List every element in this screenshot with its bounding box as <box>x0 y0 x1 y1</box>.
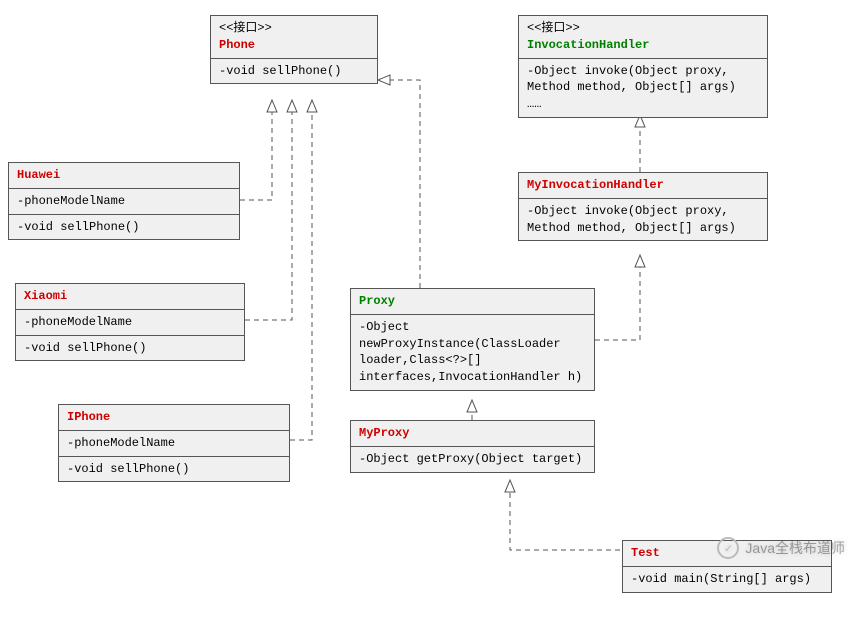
stereotype-label: <<接口>> <box>527 20 759 37</box>
operations: -void sellPhone() <box>9 214 239 240</box>
class-box-my-invocation-handler: MyInvocationHandler -Object invoke(Objec… <box>518 172 768 241</box>
class-name: MyProxy <box>359 426 409 440</box>
operations: -void sellPhone() <box>16 335 244 361</box>
class-box-huawei: Huawei -phoneModelName -void sellPhone() <box>8 162 240 240</box>
class-header: Huawei <box>9 163 239 188</box>
class-name: Test <box>631 546 660 560</box>
class-box-proxy: Proxy -Object newProxyInstance(ClassLoad… <box>350 288 595 391</box>
class-box-my-proxy: MyProxy -Object getProxy(Object target) <box>350 420 595 473</box>
class-box-xiaomi: Xiaomi -phoneModelName -void sellPhone() <box>15 283 245 361</box>
class-name: Proxy <box>359 294 395 308</box>
class-name: IPhone <box>67 410 110 424</box>
class-header: <<接口>> InvocationHandler <box>519 16 767 58</box>
operations: -Object getProxy(Object target) <box>351 446 594 472</box>
class-header: MyProxy <box>351 421 594 446</box>
class-header: Proxy <box>351 289 594 314</box>
class-name: Huawei <box>17 168 60 182</box>
uml-diagram-canvas: <<接口>> Phone -void sellPhone() <<接口>> In… <box>0 0 863 629</box>
class-header: <<接口>> Phone <box>211 16 377 58</box>
attributes: -phoneModelName <box>16 309 244 335</box>
attributes: -phoneModelName <box>59 430 289 456</box>
class-header: Test <box>623 541 831 566</box>
class-header: MyInvocationHandler <box>519 173 767 198</box>
operations: -Object newProxyInstance(ClassLoader loa… <box>351 314 594 390</box>
operations: -void sellPhone() <box>59 456 289 482</box>
class-header: IPhone <box>59 405 289 430</box>
attributes: -phoneModelName <box>9 188 239 214</box>
class-box-phone: <<接口>> Phone -void sellPhone() <box>210 15 378 84</box>
stereotype-label: <<接口>> <box>219 20 369 37</box>
operations: -Object invoke(Object proxy, Method meth… <box>519 198 767 241</box>
class-box-test: Test -void main(String[] args) <box>622 540 832 593</box>
class-name: InvocationHandler <box>527 38 649 52</box>
operations: -void sellPhone() <box>211 58 377 84</box>
class-box-iphone: IPhone -phoneModelName -void sellPhone() <box>58 404 290 482</box>
class-box-invocation-handler: <<接口>> InvocationHandler -Object invoke(… <box>518 15 768 118</box>
operations: -void main(String[] args) <box>623 566 831 592</box>
operations: -Object invoke(Object proxy, Method meth… <box>519 58 767 117</box>
class-name: MyInvocationHandler <box>527 178 664 192</box>
class-name: Xiaomi <box>24 289 67 303</box>
class-header: Xiaomi <box>16 284 244 309</box>
class-name: Phone <box>219 38 255 52</box>
